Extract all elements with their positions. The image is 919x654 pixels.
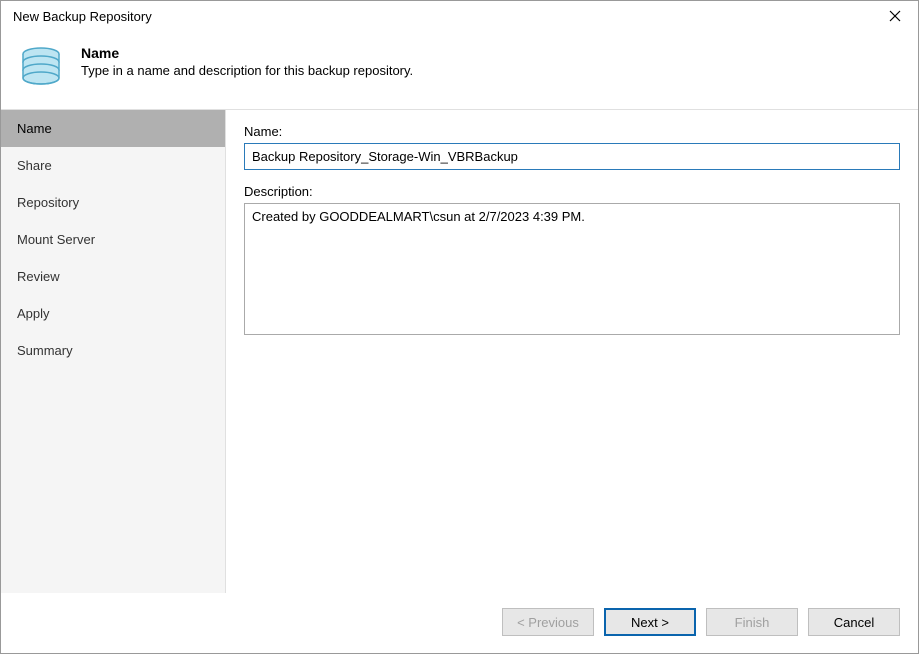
header-title: Name	[81, 45, 413, 61]
titlebar: New Backup Repository	[1, 1, 918, 31]
previous-button: < Previous	[502, 608, 594, 636]
sidebar-item-share[interactable]: Share	[1, 147, 225, 184]
description-textarea[interactable]	[244, 203, 900, 335]
description-label: Description:	[244, 184, 900, 199]
wizard-main: Name: Description:	[226, 110, 918, 593]
next-button[interactable]: Next >	[604, 608, 696, 636]
close-icon	[889, 10, 901, 22]
window-title: New Backup Repository	[13, 9, 152, 24]
name-input[interactable]	[244, 143, 900, 170]
sidebar-item-review[interactable]: Review	[1, 258, 225, 295]
finish-button: Finish	[706, 608, 798, 636]
sidebar-item-apply[interactable]: Apply	[1, 295, 225, 332]
name-label: Name:	[244, 124, 900, 139]
sidebar-item-repository[interactable]: Repository	[1, 184, 225, 221]
wizard-footer: < Previous Next > Finish Cancel	[1, 593, 918, 651]
wizard-header: Name Type in a name and description for …	[1, 31, 918, 109]
wizard-sidebar: Name Share Repository Mount Server Revie…	[1, 110, 226, 593]
sidebar-item-summary[interactable]: Summary	[1, 332, 225, 369]
close-button[interactable]	[872, 1, 918, 31]
sidebar-item-name[interactable]: Name	[1, 110, 225, 147]
header-subtitle: Type in a name and description for this …	[81, 63, 413, 78]
cancel-button[interactable]: Cancel	[808, 608, 900, 636]
repository-icon	[17, 43, 65, 91]
sidebar-item-mount-server[interactable]: Mount Server	[1, 221, 225, 258]
wizard-body: Name Share Repository Mount Server Revie…	[1, 109, 918, 593]
header-text: Name Type in a name and description for …	[81, 43, 413, 78]
